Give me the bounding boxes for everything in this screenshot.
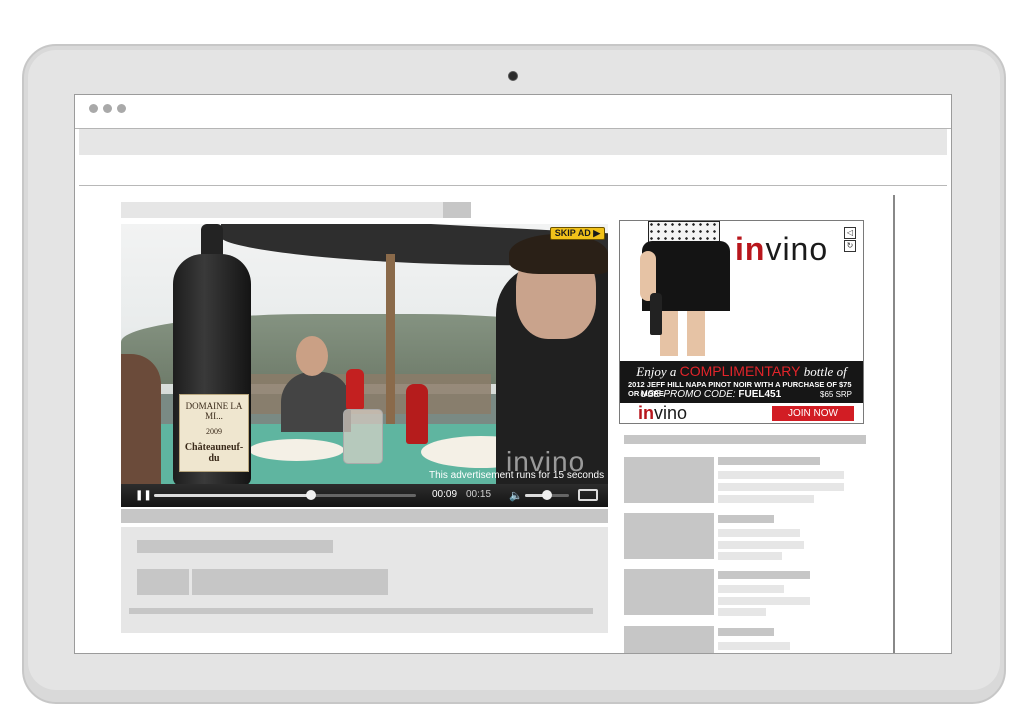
browser-toolbar	[79, 129, 947, 155]
text-line-placeholder	[718, 495, 814, 503]
fullscreen-icon[interactable]	[578, 489, 598, 501]
browser-window: DOMAINE LA MI... 2009 Châteauneuf-du inv…	[74, 94, 952, 654]
ad-headline: Enjoy a COMPLIMENTARY bottle of	[620, 363, 863, 380]
text-line-placeholder	[718, 515, 774, 523]
ad-footer-logo-suffix: vino	[654, 403, 688, 423]
current-time: 00:09	[432, 489, 458, 500]
text-line-placeholder	[718, 457, 820, 465]
video-scene-ketchup	[406, 384, 428, 444]
title-placeholder	[121, 202, 443, 218]
speaker-icon[interactable]: ◁	[844, 227, 856, 239]
ad-promo-code: FUEL451	[738, 389, 782, 400]
bottle-label-top: DOMAINE LA MI...	[185, 401, 243, 421]
video-scene-jar	[343, 409, 383, 464]
ad-promo-line: USE PROMO CODE: FUEL451	[640, 389, 781, 400]
title-placeholder-end	[443, 202, 471, 218]
volume-handle[interactable]	[542, 490, 552, 500]
bottle-label-year: 2009	[206, 427, 222, 436]
ad-offer-band: Enjoy a COMPLIMENTARY bottle of 2012 JEF…	[620, 361, 863, 403]
window-control-dot-icon[interactable]	[89, 104, 98, 113]
window-control-dot-icon[interactable]	[103, 104, 112, 113]
video-scene-plate	[249, 439, 344, 461]
ad-logo-suffix: vino	[765, 231, 829, 267]
progress-fill	[154, 494, 311, 497]
video-scene-ketchup	[346, 369, 364, 409]
join-now-button[interactable]: JOIN NOW	[772, 406, 854, 421]
ad-headline-prefix: Enjoy a	[636, 364, 677, 379]
progress-handle[interactable]	[306, 490, 316, 500]
text-line-placeholder	[718, 483, 844, 491]
text-line-placeholder	[718, 585, 784, 593]
skip-ad-button[interactable]: SKIP AD ▶	[550, 227, 605, 240]
ad-srp: $65 SRP	[820, 390, 853, 399]
pause-icon[interactable]: ❚❚	[135, 490, 152, 501]
ad-duration-notice: This advertisement runs for 15 seconds	[429, 470, 605, 481]
sidebar-thumbnail-placeholder	[624, 569, 714, 615]
sidebar-thumbnail-placeholder	[624, 513, 714, 559]
ad-model-legs	[660, 311, 705, 356]
video-scene-person	[281, 372, 351, 432]
ad-headline-suffix: bottle of	[803, 364, 847, 379]
text-line-placeholder	[718, 608, 766, 616]
duration-time: 00:15	[466, 489, 492, 500]
ad-footer-logo-prefix: in	[638, 403, 654, 423]
text-line-placeholder	[129, 608, 593, 614]
video-scene-person	[121, 354, 161, 504]
progress-bar[interactable]	[154, 490, 416, 500]
sidebar-heading-placeholder	[624, 435, 866, 444]
ad-banner[interactable]: invino ◁ ↻ Enjoy a COMPLIMENTARY bottle …	[619, 220, 864, 424]
ad-headline-highlight: COMPLIMENTARY	[679, 363, 801, 379]
text-line-placeholder	[718, 571, 810, 579]
sidebar-thumbnail-placeholder	[624, 626, 714, 653]
text-line-placeholder	[718, 628, 774, 636]
replay-icon[interactable]: ↻	[844, 240, 856, 252]
text-line-placeholder	[718, 642, 790, 650]
toolbar-divider	[79, 185, 947, 186]
page-scroll-divider	[893, 195, 895, 653]
video-scene-pole	[386, 254, 395, 444]
bottle-label-main: Châteauneuf-du	[184, 442, 244, 464]
button-placeholder	[137, 569, 189, 595]
ad-promo-prefix: USE PROMO CODE:	[640, 389, 736, 400]
volume-icon[interactable]: 🔈	[509, 489, 523, 502]
video-controls: ❚❚ 00:09 00:15 🔈	[121, 484, 608, 507]
video-scene-man-hair	[509, 234, 608, 274]
wine-bottle-label: DOMAINE LA MI... 2009 Châteauneuf-du	[179, 394, 249, 472]
volume-slider[interactable]	[525, 490, 569, 500]
ad-logo-prefix: in	[735, 231, 766, 267]
video-scene-person-face	[296, 336, 328, 376]
button-placeholder	[192, 569, 388, 595]
ad-footer-logo: invino	[638, 403, 688, 423]
ad-model-top-pattern	[648, 221, 720, 243]
video-caption-placeholder	[121, 509, 608, 523]
window-control-dot-icon[interactable]	[117, 104, 126, 113]
text-line-placeholder	[137, 540, 333, 553]
text-line-placeholder	[718, 597, 810, 605]
text-line-placeholder	[718, 552, 782, 560]
ad-wine-bottle	[650, 293, 662, 335]
text-line-placeholder	[718, 471, 844, 479]
browser-titlebar	[75, 95, 951, 129]
ad-logo: invino	[735, 231, 828, 268]
sidebar-thumbnail-placeholder	[624, 457, 714, 503]
text-line-placeholder	[718, 541, 804, 549]
video-player[interactable]: DOMAINE LA MI... 2009 Châteauneuf-du inv…	[121, 224, 608, 507]
text-line-placeholder	[718, 529, 800, 537]
webcam-icon	[508, 71, 518, 81]
